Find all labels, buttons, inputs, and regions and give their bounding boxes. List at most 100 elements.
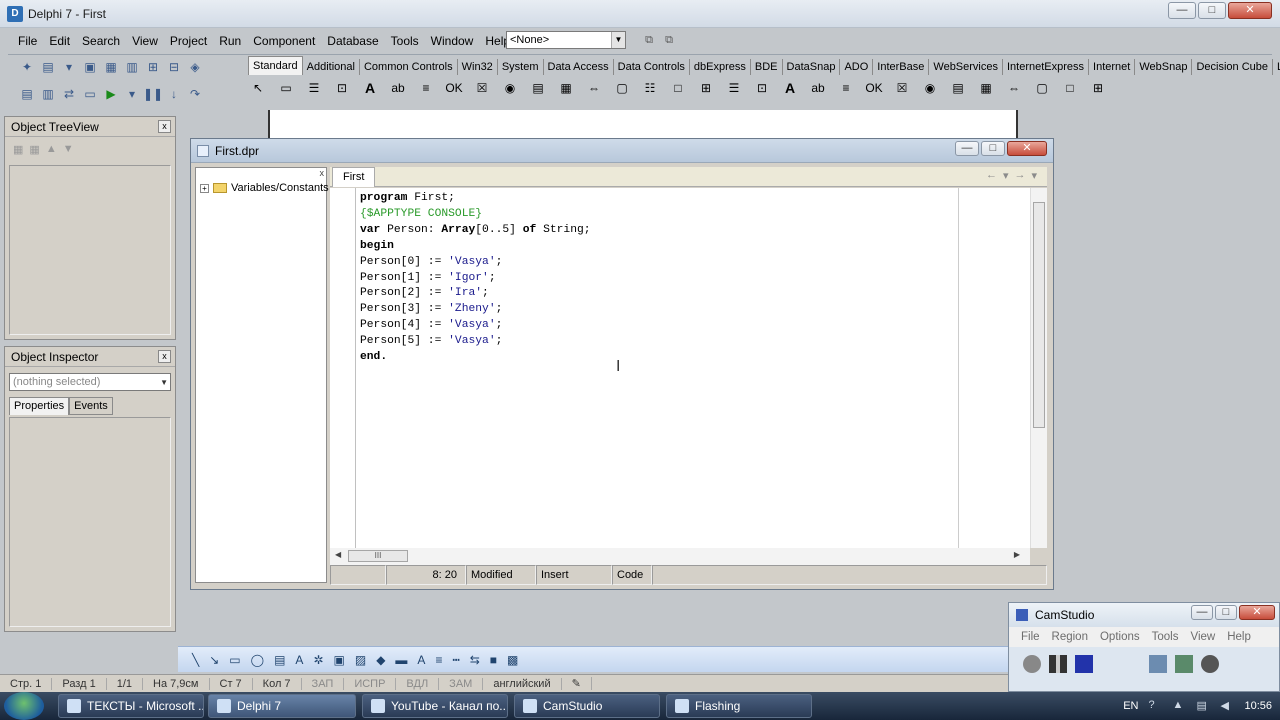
- code-line[interactable]: Person[5] := 'Vasya';: [360, 334, 591, 350]
- task-word[interactable]: ТЕКСТЫ - Microsoft ...: [58, 694, 204, 718]
- ovr-indicator[interactable]: ЗАМ: [439, 677, 484, 690]
- forward-arrow-icon[interactable]: →: [1014, 169, 1025, 182]
- panel-icon-2[interactable]: □: [1060, 78, 1080, 98]
- editor-maximize-button[interactable]: □: [981, 141, 1005, 156]
- set-debug-desktop-icon[interactable]: ⧉: [660, 31, 678, 49]
- checkbox-icon-2[interactable]: ☒: [892, 78, 912, 98]
- diagram-icon[interactable]: ✲: [313, 653, 323, 667]
- start-button[interactable]: [4, 692, 44, 720]
- code-line[interactable]: begin: [360, 239, 591, 255]
- radiobutton-icon-2[interactable]: ◉: [920, 78, 940, 98]
- trace-into-icon[interactable]: ↓: [165, 85, 183, 103]
- oval-icon[interactable]: ◯: [251, 653, 264, 667]
- dash-style-icon[interactable]: ┅: [452, 653, 459, 667]
- arrow-tray-icon[interactable]: ▲: [1172, 699, 1186, 713]
- textbox-icon[interactable]: ▤: [274, 653, 285, 667]
- tab-websnap[interactable]: WebSnap: [1135, 59, 1193, 75]
- task-camstudio[interactable]: CamStudio: [514, 694, 660, 718]
- menu-tools[interactable]: Tools: [385, 34, 425, 48]
- back-arrow-icon[interactable]: ←: [986, 169, 997, 182]
- tab-bde[interactable]: BDE: [751, 59, 783, 75]
- spelling-icon[interactable]: ✎: [562, 677, 592, 690]
- line-color-icon[interactable]: ▬: [395, 653, 407, 667]
- tab-code-view[interactable]: Code: [612, 565, 652, 585]
- scroll-left-icon[interactable]: ◀: [335, 550, 341, 559]
- popupmenu-icon[interactable]: ⊡: [332, 78, 352, 98]
- label-icon[interactable]: A: [360, 78, 380, 98]
- maximize-button[interactable]: □: [1198, 2, 1226, 19]
- help-tray-icon[interactable]: ?: [1148, 699, 1162, 713]
- close-icon[interactable]: x: [158, 350, 171, 363]
- close-icon[interactable]: x: [158, 120, 171, 133]
- run-icon[interactable]: ▶: [102, 85, 120, 103]
- clock[interactable]: 10:56: [1244, 700, 1272, 712]
- wordart-icon[interactable]: A: [295, 653, 303, 667]
- source-code[interactable]: program First; {$APPTYPE CONSOLE} var Pers…: [360, 191, 591, 366]
- tab-standard[interactable]: Standard: [248, 56, 303, 75]
- cam-menu-options[interactable]: Options: [1094, 631, 1146, 643]
- arrow-icon[interactable]: ↘: [209, 653, 219, 667]
- edit-icon[interactable]: ab: [388, 78, 408, 98]
- cam-menu-region[interactable]: Region: [1046, 631, 1094, 643]
- font-color-icon[interactable]: A: [417, 653, 425, 667]
- view-unit-icon[interactable]: ▤: [18, 85, 36, 103]
- menu-file[interactable]: File: [12, 34, 43, 48]
- arrow-up-icon[interactable]: ▲: [46, 143, 57, 155]
- camstudio-maximize-button[interactable]: □: [1215, 605, 1237, 620]
- step-over-icon[interactable]: ↷: [186, 85, 204, 103]
- tab-common-controls[interactable]: Common Controls: [360, 59, 458, 75]
- camstudio-close-button[interactable]: ✕: [1239, 605, 1275, 620]
- pointer-icon[interactable]: ↖: [248, 78, 268, 98]
- record-icon[interactable]: [1023, 655, 1041, 673]
- chevron-down-icon[interactable]: ▼: [160, 375, 168, 391]
- menu-search[interactable]: Search: [76, 34, 126, 48]
- scrollbar-icon[interactable]: ⇔: [584, 78, 604, 98]
- memo-icon-2[interactable]: ≡: [836, 78, 856, 98]
- menu-database[interactable]: Database: [321, 34, 384, 48]
- cam-menu-tools[interactable]: Tools: [1146, 631, 1185, 643]
- cam-menu-view[interactable]: View: [1184, 631, 1221, 643]
- memo-icon[interactable]: ≡: [416, 78, 436, 98]
- radiogroup-icon[interactable]: ☷: [640, 78, 660, 98]
- button-icon-2[interactable]: OK: [864, 78, 884, 98]
- tab-dbexpress[interactable]: dbExpress: [690, 59, 751, 75]
- frames-icon[interactable]: ▭: [276, 78, 296, 98]
- trk-indicator[interactable]: ИСПР: [344, 677, 397, 690]
- vertical-scrollbar[interactable]: [1030, 188, 1047, 548]
- tab-decision-cube[interactable]: Decision Cube: [1192, 59, 1274, 75]
- arrow-down-icon[interactable]: ▼: [63, 143, 74, 155]
- close-icon[interactable]: x: [320, 168, 325, 178]
- task-delphi[interactable]: Delphi 7: [208, 694, 356, 718]
- close-button[interactable]: ✕: [1228, 2, 1272, 19]
- code-line[interactable]: Person[0] := 'Vasya';: [360, 255, 591, 271]
- save-icon[interactable]: ▣: [81, 58, 99, 76]
- desktop-layout-combo[interactable]: <None> ▼: [506, 31, 626, 49]
- network-icon[interactable]: ▤: [1196, 699, 1210, 713]
- stop-icon[interactable]: [1075, 655, 1093, 673]
- code-line[interactable]: program First;: [360, 191, 591, 207]
- tab-ado[interactable]: ADO: [840, 59, 874, 75]
- add-file-icon[interactable]: ⊞: [144, 58, 162, 76]
- picture-icon[interactable]: ▨: [355, 653, 366, 667]
- code-line[interactable]: Person[4] := 'Vasya';: [360, 318, 591, 334]
- panel-icon[interactable]: □: [668, 78, 688, 98]
- swf-icon[interactable]: [1201, 655, 1219, 673]
- combobox-icon-2[interactable]: ▦: [976, 78, 996, 98]
- tab-additional[interactable]: Additional: [303, 59, 360, 75]
- button-icon[interactable]: OK: [444, 78, 464, 98]
- menu-view[interactable]: View: [126, 34, 164, 48]
- new-icon[interactable]: ✦: [18, 58, 36, 76]
- shadow-icon[interactable]: ■: [490, 653, 497, 667]
- inspector-grid[interactable]: [9, 417, 171, 627]
- tab-internet[interactable]: Internet: [1089, 59, 1136, 75]
- ext-indicator[interactable]: ВДЛ: [396, 677, 440, 690]
- groupbox-icon[interactable]: ▢: [612, 78, 632, 98]
- tab-win32[interactable]: Win32: [458, 59, 498, 75]
- label-icon-2[interactable]: A: [780, 78, 800, 98]
- menu-run[interactable]: Run: [213, 34, 247, 48]
- tab-data-controls[interactable]: Data Controls: [614, 59, 690, 75]
- task-youtube[interactable]: YouTube - Канал по...: [362, 694, 508, 718]
- actionlist-icon[interactable]: ⊞: [696, 78, 716, 98]
- expand-icon[interactable]: +: [200, 183, 209, 193]
- open-icon[interactable]: ▤: [39, 58, 57, 76]
